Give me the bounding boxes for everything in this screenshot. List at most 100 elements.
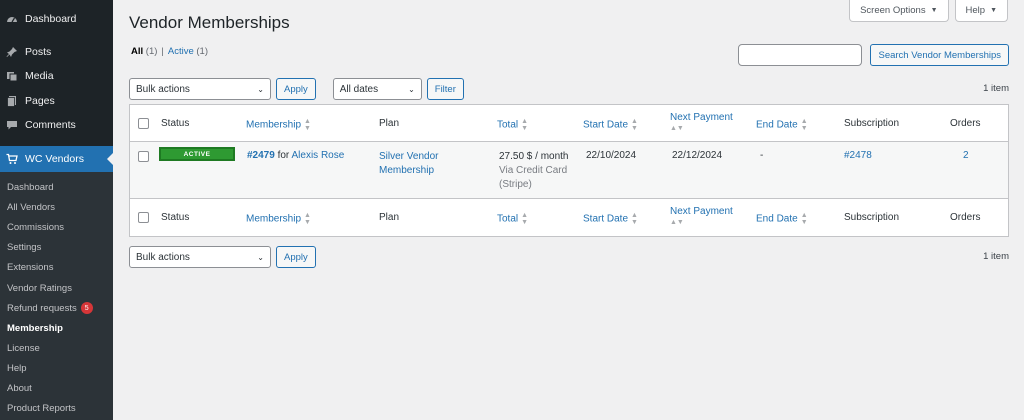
column-plan: Plan [379, 212, 400, 223]
subscription-link[interactable]: #2478 [844, 150, 872, 161]
menu-pages[interactable]: Pages [0, 89, 113, 114]
sort-icon: ▲▼ [304, 212, 311, 226]
cart-icon [5, 152, 18, 165]
column-next-payment[interactable]: Next Payment ▲▼ [670, 112, 733, 132]
payment-gateway: (Stripe) [499, 179, 532, 190]
search-button[interactable]: Search Vendor Memberships [870, 44, 1009, 66]
search-input[interactable] [738, 44, 863, 66]
date-filter-select[interactable]: All dates ⌄ [332, 78, 422, 100]
column-subscription: Subscription [844, 118, 900, 129]
column-total[interactable]: Total ▲ ▼ [497, 118, 528, 132]
menu-media[interactable]: Media [0, 64, 113, 89]
submenu-label: Dashboard [7, 182, 54, 194]
submenu-vendor-ratings[interactable]: Vendor Ratings [0, 278, 113, 298]
end-date-cell: - [760, 150, 764, 161]
total-value: 27.50 $ / month [499, 151, 569, 162]
date-filter-value: All dates [339, 83, 379, 95]
select-all-checkbox-footer[interactable] [138, 212, 149, 223]
column-start-date[interactable]: Start Date ▲ ▼ [583, 118, 638, 132]
status-badge: ACTIVE [159, 147, 235, 161]
status-views: All (1) | Active (1) [131, 46, 208, 57]
column-label: Total [497, 213, 519, 225]
sort-icon: ▲▼ [670, 125, 684, 132]
apply-button[interactable]: Apply [276, 78, 316, 100]
search-box: Search Vendor Memberships [738, 44, 1009, 66]
menu-wc-vendors[interactable]: WC Vendors [0, 145, 113, 172]
chevron-down-icon: ⌄ [257, 84, 264, 94]
column-label: Next Payment [670, 112, 733, 123]
column-end-date[interactable]: End Date ▲ ▼ [756, 212, 808, 226]
table-row: ACTIVE #2479 for Alexis Rose Silver Vend… [130, 142, 1008, 199]
submenu-settings[interactable]: Settings [0, 238, 113, 258]
menu-label: Comments [25, 119, 76, 132]
submenu-membership[interactable]: Membership [0, 318, 113, 338]
sort-icon: ▲▼ [521, 118, 529, 132]
submenu-about[interactable]: About [0, 378, 113, 398]
column-label: Next Payment [670, 206, 733, 217]
column-label: Membership [246, 119, 302, 131]
submenu-dashboard[interactable]: Dashboard [0, 178, 113, 198]
view-active-link[interactable]: Active (1) [168, 46, 208, 57]
bulk-actions-value: Bulk actions [136, 251, 190, 263]
orders-link[interactable]: 2 [963, 150, 969, 161]
plan-link[interactable]: Silver Vendor Membership [379, 150, 438, 178]
tablenav-bottom: Bulk actions ⌄ Apply [129, 246, 316, 268]
column-next-payment[interactable]: Next Payment ▲▼ [670, 206, 733, 226]
admin-sidebar: Dashboard Posts Media Pages Comments WC … [0, 0, 113, 420]
menu-label: Media [25, 70, 54, 83]
menu-comments[interactable]: Comments [0, 113, 113, 138]
screen-options-label: Screen Options [860, 5, 926, 16]
membership-link[interactable]: #2479 [247, 150, 275, 161]
bulk-actions-select-bottom[interactable]: Bulk actions ⌄ [129, 246, 271, 268]
comment-icon [5, 119, 18, 132]
filter-button[interactable]: Filter [426, 78, 464, 100]
member-name-link[interactable]: Alexis Rose [292, 150, 345, 161]
view-all-link[interactable]: All (1) [131, 46, 157, 57]
row-checkbox[interactable] [138, 151, 149, 162]
column-start-date[interactable]: Start Date ▲ ▼ [583, 212, 638, 226]
submenu-commissions[interactable]: Commissions [0, 218, 113, 238]
tablenav-top: Bulk actions ⌄ Apply All dates ⌄ Filter [129, 78, 464, 100]
memberships-table: Status Membership ▲ ▼ Plan Total ▲ ▼ Start D… [129, 104, 1009, 237]
view-all-label: All [131, 46, 144, 57]
screen-options-button[interactable]: Screen Options ▼ [849, 0, 949, 22]
column-membership[interactable]: Membership ▲ ▼ [246, 212, 311, 226]
sort-icon: ▲▼ [304, 118, 311, 132]
chevron-down-icon: ⌄ [257, 252, 264, 262]
sort-icon: ▲▼ [670, 219, 684, 226]
sort-icon: ▲▼ [631, 212, 638, 226]
chevron-down-icon: ⌄ [408, 84, 415, 94]
column-status: Status [161, 212, 190, 223]
pin-icon [5, 45, 18, 58]
menu-label: Dashboard [25, 13, 77, 26]
submenu-label: Vendor Ratings [7, 282, 72, 294]
submenu-license[interactable]: License [0, 338, 113, 358]
wc-vendors-submenu: Dashboard All Vendors Commissions Settin… [0, 171, 113, 420]
submenu-all-vendors[interactable]: All Vendors [0, 198, 113, 218]
column-membership[interactable]: Membership ▲ ▼ [246, 118, 311, 132]
help-button[interactable]: Help ▼ [954, 0, 1008, 22]
apply-button-bottom[interactable]: Apply [276, 246, 316, 268]
select-all-checkbox[interactable] [138, 118, 149, 129]
submenu-label: All Vendors [7, 202, 56, 214]
items-count: 1 item [983, 83, 1009, 94]
column-total[interactable]: Total ▲ ▼ [497, 212, 528, 226]
submenu-help[interactable]: Help [0, 358, 113, 378]
menu-label: Pages [25, 94, 55, 107]
column-label: Total [497, 119, 519, 131]
submenu-refund-requests[interactable]: Refund requests 5 [0, 298, 113, 318]
submenu-extensions[interactable]: Extensions [0, 258, 113, 278]
menu-dashboard[interactable]: Dashboard [0, 7, 113, 32]
next-payment-cell: 22/12/2024 [672, 150, 723, 161]
sort-icon: ▲▼ [800, 212, 808, 226]
menu-posts[interactable]: Posts [0, 40, 113, 65]
table-header: Status Membership ▲ ▼ Plan Total ▲ ▼ Start D… [130, 105, 1008, 142]
sort-icon: ▲▼ [800, 118, 808, 132]
membership-cell: #2479 for Alexis Rose [247, 150, 344, 161]
column-end-date[interactable]: End Date ▲ ▼ [756, 118, 808, 132]
submenu-label: License [7, 342, 40, 354]
bulk-actions-select[interactable]: Bulk actions ⌄ [129, 78, 271, 100]
start-date-cell: 22/10/2024 [586, 150, 637, 161]
submenu-product-reports[interactable]: Product Reports [0, 399, 113, 419]
pages-icon [5, 94, 18, 107]
